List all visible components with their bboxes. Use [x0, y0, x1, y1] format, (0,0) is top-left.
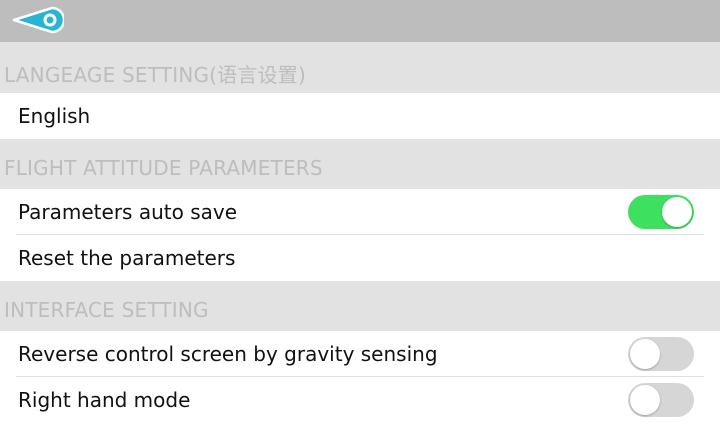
setting-row-right-hand: Right hand mode	[0, 377, 720, 423]
item-label: Reverse control screen by gravity sensin…	[18, 342, 438, 366]
setting-row-auto-save: Parameters auto save	[0, 189, 720, 235]
back-button[interactable]	[12, 5, 64, 35]
section-header-interface: INTERFACE SETTING	[0, 281, 720, 331]
language-item-english[interactable]: English	[0, 93, 720, 139]
back-arrow-icon	[12, 6, 64, 34]
item-label: Right hand mode	[18, 388, 191, 412]
top-bar	[0, 0, 720, 42]
section-title: LANGEAGE SETTING(语言设置)	[4, 63, 306, 87]
toggle-knob	[662, 197, 692, 227]
item-label: English	[18, 104, 91, 128]
reset-parameters-item[interactable]: Reset the parameters	[0, 235, 720, 281]
toggle-knob	[630, 339, 660, 369]
section-header-flight-attitude: FLIGHT ATTITUDE PARAMETERS	[0, 139, 720, 189]
section-title: INTERFACE SETTING	[4, 298, 209, 322]
section-header-language: LANGEAGE SETTING(语言设置)	[0, 42, 720, 92]
item-label: Reset the parameters	[18, 246, 236, 270]
toggle-knob	[630, 385, 660, 415]
setting-row-gravity: Reverse control screen by gravity sensin…	[0, 331, 720, 377]
item-label: Parameters auto save	[18, 200, 238, 224]
gravity-sensing-toggle[interactable]	[628, 337, 694, 371]
section-title: FLIGHT ATTITUDE PARAMETERS	[4, 156, 323, 180]
auto-save-toggle[interactable]	[628, 195, 694, 229]
right-hand-mode-toggle[interactable]	[628, 383, 694, 417]
